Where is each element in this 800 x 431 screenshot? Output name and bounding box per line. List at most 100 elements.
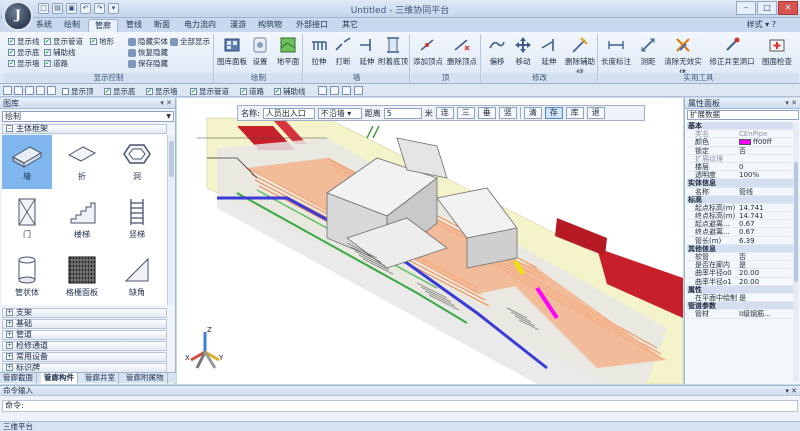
check-show-wall[interactable]: ✔ 显示墙 bbox=[8, 58, 40, 69]
perpendicular-button[interactable]: 垂 bbox=[477, 107, 496, 119]
gallery-item-stairs[interactable]: 楼梯 bbox=[57, 193, 107, 247]
close-button[interactable]: ✕ bbox=[778, 1, 798, 15]
property-value[interactable]: 14.741 bbox=[737, 212, 793, 219]
toolbar-icon-6[interactable] bbox=[330, 86, 339, 95]
property-row[interactable]: 在平面中绘制是 bbox=[687, 294, 793, 303]
hide-entity-button[interactable]: 隐藏实体 bbox=[128, 36, 168, 47]
property-value[interactable]: 否 bbox=[737, 253, 793, 260]
toolbar-check-road[interactable]: ✔ 道路 bbox=[240, 86, 264, 97]
exit-button[interactable]: 退 bbox=[586, 107, 605, 119]
category-common-equipment[interactable]: + 常用设备 bbox=[2, 352, 167, 362]
toolbar-icon-5[interactable] bbox=[47, 86, 56, 95]
attach-button[interactable]: 附着底顶 bbox=[378, 36, 408, 67]
tab-section[interactable]: 断面 bbox=[148, 19, 176, 32]
tab-gallery-component[interactable]: 管廊构件 bbox=[41, 373, 78, 384]
toolbar-icon-7[interactable] bbox=[342, 86, 351, 95]
property-category[interactable]: 其他信息 bbox=[687, 244, 793, 253]
property-row[interactable]: 楼层 0 bbox=[687, 163, 793, 172]
distance-input[interactable]: 5 bbox=[383, 107, 422, 119]
drawing-check-button[interactable]: 图面检查 bbox=[759, 36, 795, 67]
tab-external[interactable]: 外部接口 bbox=[290, 19, 334, 32]
measure-button[interactable]: 测距 bbox=[633, 36, 663, 67]
toolbar-check-show-wall[interactable]: ✔ 显示墙 bbox=[146, 86, 178, 97]
toolbar-icon-1[interactable] bbox=[3, 86, 12, 95]
property-row[interactable]: 管材 II级钢筋... bbox=[687, 310, 793, 319]
property-row[interactable]: 管长(m) 6.39 bbox=[687, 237, 793, 245]
property-row[interactable]: 起点标高(m) 14.741 bbox=[687, 204, 793, 213]
property-category[interactable]: 标高 bbox=[687, 195, 793, 204]
category-bracket[interactable]: + 支架 bbox=[2, 308, 167, 318]
property-value[interactable]: 是 bbox=[737, 261, 793, 268]
property-row[interactable]: 颜色 ff00ff bbox=[687, 138, 793, 147]
property-row[interactable]: 终点标高(m) 14.741 bbox=[687, 212, 793, 221]
tab-gallery-shaft[interactable]: 管廊井室 bbox=[82, 373, 119, 384]
panel-pin-close-icon[interactable]: ▾ ✕ bbox=[160, 98, 172, 109]
panel-pin-close-icon[interactable]: ▾ ✕ bbox=[785, 386, 797, 396]
check-aux-line[interactable]: ✔ 辅助线 bbox=[44, 47, 76, 58]
gallery-item-tubular[interactable]: 管状体 bbox=[2, 251, 52, 305]
property-value[interactable]: 20.00 bbox=[737, 278, 793, 285]
check-show-pipe[interactable]: ✔ 显示管道 bbox=[44, 36, 83, 47]
connect-button[interactable]: 连 bbox=[435, 107, 454, 119]
toolbar-icon-3[interactable] bbox=[25, 86, 34, 95]
panel-pin-close-icon[interactable]: ▾ ✕ bbox=[785, 98, 797, 109]
property-row[interactable]: 名称 管线 bbox=[687, 188, 793, 196]
gallery-item-fold[interactable]: 折 bbox=[57, 135, 107, 189]
check-show-bottom[interactable]: ✔ 显示底 bbox=[8, 47, 40, 58]
property-value[interactable]: 否 bbox=[737, 147, 793, 154]
property-value[interactable]: 100% bbox=[737, 171, 793, 178]
vertical-button[interactable]: 竖 bbox=[498, 107, 517, 119]
length-dimension-button[interactable]: 长度标注 bbox=[601, 36, 631, 67]
scroll-thumb[interactable] bbox=[169, 141, 174, 177]
property-value[interactable]: 0.67 bbox=[737, 220, 793, 227]
property-value[interactable]: 20.00 bbox=[737, 269, 793, 276]
tab-system[interactable]: 系统 bbox=[30, 19, 58, 32]
gallery-item-ladder[interactable]: 竖梯 bbox=[112, 193, 162, 247]
library-button[interactable]: 库 bbox=[565, 107, 584, 119]
style-menu[interactable]: 样式 ▾ ? bbox=[747, 19, 776, 30]
show-all-button[interactable]: 全部显示 bbox=[170, 36, 210, 47]
property-value[interactable]: II级钢筋... bbox=[737, 310, 793, 317]
property-row[interactable]: 锁定 否 bbox=[687, 147, 793, 155]
property-value[interactable]: ff00ff bbox=[737, 138, 793, 146]
tab-gallery[interactable]: 管廊 bbox=[88, 19, 118, 32]
gallery-item-hole[interactable]: 洞 bbox=[112, 135, 162, 189]
toolbar-check-aux-line[interactable]: ✔ 辅助线 bbox=[274, 86, 306, 97]
triple-button[interactable]: 三 bbox=[456, 107, 475, 119]
category-main-frame[interactable]: – 主体框架 bbox=[2, 124, 167, 134]
tab-pipeline[interactable]: 管线 bbox=[120, 19, 148, 32]
fix-shaft-opening-button[interactable]: 修正井室洞口 bbox=[707, 36, 757, 67]
property-category[interactable]: 属性 bbox=[687, 285, 793, 294]
toolbar-check-show-pipe[interactable]: ✔ 显示管道 bbox=[190, 86, 229, 97]
property-value[interactable]: CEnPipe bbox=[737, 130, 793, 137]
toolbar-icon-2[interactable] bbox=[14, 86, 23, 95]
wall-mode-dropdown[interactable]: 不沿墙 ▾ bbox=[317, 107, 362, 119]
toolbar-icon-4[interactable] bbox=[36, 86, 45, 95]
gallery-category-dropdown[interactable]: 绘制 ▼ bbox=[2, 111, 174, 122]
modify-extend-button[interactable]: 延伸 bbox=[534, 36, 564, 67]
category-foundation[interactable]: + 基础 bbox=[2, 319, 167, 329]
gallery-item-wall[interactable]: 墙 bbox=[2, 135, 52, 189]
property-row[interactable]: 软管 否 bbox=[687, 253, 793, 262]
tab-structure[interactable]: 构筑物 bbox=[252, 19, 288, 32]
tab-roam[interactable]: 漫游 bbox=[224, 19, 252, 32]
property-value[interactable]: 0 bbox=[737, 163, 793, 170]
eye-icon[interactable] bbox=[318, 86, 327, 95]
delete-aux-line-button[interactable]: 删除辅助线 bbox=[562, 36, 598, 78]
property-row[interactable]: 终点避离... 0.67 bbox=[687, 228, 793, 237]
check-road[interactable]: ✔ 道路 bbox=[44, 58, 68, 69]
property-value[interactable]: 14.741 bbox=[737, 204, 793, 211]
store-button[interactable]: 存 bbox=[544, 107, 563, 119]
property-value[interactable]: 管线 bbox=[737, 188, 793, 195]
property-row[interactable]: 曲率半径o1 20.00 bbox=[687, 278, 793, 286]
check-show-line[interactable]: ✔ 显示线 bbox=[8, 36, 40, 47]
toolbar-check-show-bottom[interactable]: ✔ 显示底 bbox=[104, 86, 136, 97]
app-menu-button[interactable]: J bbox=[3, 1, 33, 31]
3d-viewport[interactable]: 名称: 人员出入口 不沿墙 ▾ 距离 5 米 连 三 垂 竖 清 存 库 退 Z… bbox=[177, 98, 683, 384]
properties-scrollbar[interactable] bbox=[793, 122, 799, 382]
gallery-scrollbar[interactable] bbox=[167, 135, 174, 305]
gallery-item-grating[interactable]: 格栅面板 bbox=[57, 251, 107, 305]
property-row[interactable]: 是否在廊内 是 bbox=[687, 261, 793, 270]
property-value[interactable]: 6.39 bbox=[737, 237, 793, 244]
property-row[interactable]: 扩展纹理 bbox=[687, 155, 793, 163]
